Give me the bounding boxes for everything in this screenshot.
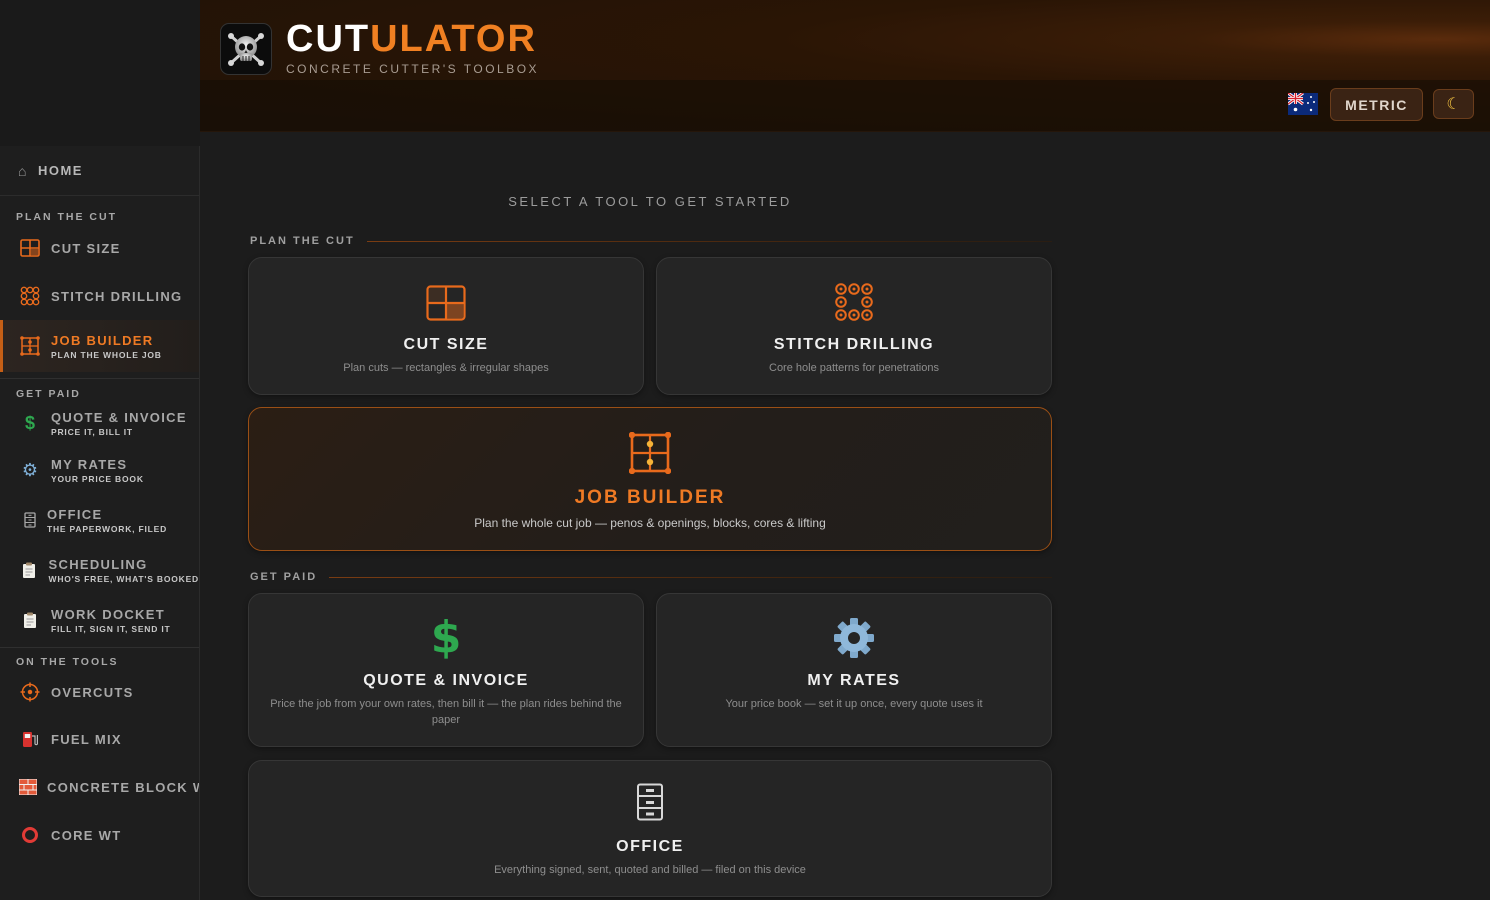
sidebar-item-my-rates[interactable]: ⚙ MY RATES YOUR PRICE BOOK xyxy=(0,445,199,495)
file-cabinet-icon xyxy=(249,783,1051,821)
clipboard-icon xyxy=(19,609,41,631)
gear-icon: ⚙ xyxy=(21,459,39,480)
tool-card-description: Core hole patterns for penetrations xyxy=(769,362,939,374)
sidebar-item-cut-size[interactable]: CUT SIZE xyxy=(0,224,199,272)
sidebar-section-get-paid: GET PAID xyxy=(16,388,81,400)
sidebar-item-office[interactable]: OFFICE THE PAPERWORK, FILED xyxy=(0,495,199,545)
tool-card-title: JOB BUILDER xyxy=(574,487,726,508)
fuel-pump-icon xyxy=(19,728,41,750)
sidebar-item-label: JOB BUILDER xyxy=(51,332,154,348)
tool-card-description: Price the job from your own rates, then … xyxy=(270,698,622,726)
sidebar-item-label: FUEL MIX xyxy=(51,731,122,747)
sidebar-item-label: OFFICE xyxy=(47,506,103,522)
crosshair-icon xyxy=(19,681,41,703)
skull-logo-icon[interactable] xyxy=(220,23,272,75)
units-toggle-button[interactable]: METRIC xyxy=(1330,88,1423,121)
group-divider-line xyxy=(329,576,1052,578)
sidebar-item-label: CORE WT xyxy=(51,827,122,843)
sidebar-item-quote-invoice[interactable]: $ QUOTE & INVOICE PRICE IT, BILL IT xyxy=(0,401,199,445)
sidebar-item-label: QUOTE & INVOICE xyxy=(51,409,187,425)
sidebar-item-label: CUT SIZE xyxy=(51,240,121,256)
cut-grid-icon xyxy=(19,237,41,259)
group-header-plan-the-cut: PLAN THE CUT xyxy=(250,234,1052,248)
job-builder-icon xyxy=(19,335,41,357)
sidebar-item-stitch-drilling[interactable]: STITCH DRILLING xyxy=(0,272,199,320)
sidebar-item-sublabel: FILL IT, SIGN IT, SEND IT xyxy=(51,623,171,634)
stitch-drill-icon xyxy=(657,283,1051,321)
ring-icon xyxy=(19,824,41,846)
sidebar-item-core-wt[interactable]: CORE WT xyxy=(0,811,199,859)
moon-icon: ☾ xyxy=(1446,96,1461,113)
app-title: CUTULATOR xyxy=(286,18,537,60)
sidebar-item-label: CONCRETE BLOCK W xyxy=(47,779,200,795)
group-label: GET PAID xyxy=(250,571,318,583)
sidebar-section-plan-the-cut: PLAN THE CUT xyxy=(16,211,117,223)
tool-card-description: Plan the whole cut job — penos & opening… xyxy=(474,516,826,530)
sidebar-item-label: STITCH DRILLING xyxy=(51,288,183,304)
sidebar-item-fuel-mix[interactable]: FUEL MIX xyxy=(0,715,199,763)
main-content: SELECT A TOOL TO GET STARTED PLAN THE CU… xyxy=(200,132,1490,900)
sidebar-item-work-docket[interactable]: WORK DOCKET FILL IT, SIGN IT, SEND IT xyxy=(0,595,199,645)
job-builder-icon xyxy=(249,432,1051,474)
app-header: CUTULATOR CONCRETE CUTTER'S TOOLBOX METR… xyxy=(200,0,1490,132)
cut-grid-icon xyxy=(249,285,643,321)
tool-card-office[interactable]: OFFICE Everything signed, sent, quoted a… xyxy=(248,760,1052,897)
australia-flag-icon[interactable] xyxy=(1287,91,1318,115)
file-cabinet-icon xyxy=(19,509,41,531)
sidebar-item-sublabel: PRICE IT, BILL IT xyxy=(51,426,133,437)
stitch-drill-icon xyxy=(19,285,41,307)
tool-card-cut-size[interactable]: CUT SIZE Plan cuts — rectangles & irregu… xyxy=(248,257,644,395)
sidebar-item-label: OVERCUTS xyxy=(51,684,134,700)
group-label: PLAN THE CUT xyxy=(250,235,355,247)
tool-card-title: QUOTE & INVOICE xyxy=(363,672,529,689)
sidebar-divider xyxy=(0,647,199,648)
sidebar-item-label: WORK DOCKET xyxy=(51,606,165,622)
sidebar-nav: ⌂ HOME PLAN THE CUT CUT SIZE STITCH DRIL… xyxy=(0,146,200,900)
tool-card-description: Plan cuts — rectangles & irregular shape… xyxy=(343,362,549,374)
tool-card-title: STITCH DRILLING xyxy=(773,336,935,353)
sidebar-item-sublabel: WHO'S FREE, WHAT'S BOOKED xyxy=(48,573,199,584)
tool-card-title: CUT SIZE xyxy=(403,336,489,353)
theme-toggle-button[interactable]: ☾ xyxy=(1433,89,1474,119)
tool-card-description: Your price book — set it up once, every … xyxy=(725,698,983,710)
sidebar-header-area xyxy=(0,0,200,146)
sidebar-divider xyxy=(0,378,199,379)
sidebar-item-job-builder[interactable]: JOB BUILDER PLAN THE WHOLE JOB xyxy=(0,320,199,372)
home-icon: ⌂ xyxy=(18,162,28,179)
app-title-cut: CUT xyxy=(286,18,371,60)
select-tool-prompt: SELECT A TOOL TO GET STARTED xyxy=(508,194,792,209)
sidebar-item-home[interactable]: ⌂ HOME xyxy=(0,146,199,196)
sidebar-item-sublabel: YOUR PRICE BOOK xyxy=(51,473,144,484)
group-header-get-paid: GET PAID xyxy=(250,570,1052,584)
sidebar-item-label: SCHEDULING xyxy=(48,556,148,572)
tool-card-my-rates[interactable]: MY RATES Your price book — set it up onc… xyxy=(656,593,1052,747)
sidebar-section-on-the-tools: ON THE TOOLS xyxy=(16,656,119,668)
sidebar-item-sublabel: PLAN THE WHOLE JOB xyxy=(51,349,162,360)
tool-card-title: MY RATES xyxy=(807,672,901,689)
sidebar-item-sublabel: THE PAPERWORK, FILED xyxy=(47,523,168,534)
brick-icon xyxy=(19,776,37,798)
sidebar-item-overcuts[interactable]: OVERCUTS xyxy=(0,669,199,715)
sidebar-item-concrete-block[interactable]: CONCRETE BLOCK W xyxy=(0,763,199,811)
gear-icon xyxy=(657,616,1051,660)
tool-card-stitch-drilling[interactable]: STITCH DRILLING Core hole patterns for p… xyxy=(656,257,1052,395)
tool-card-job-builder[interactable]: JOB BUILDER Plan the whole cut job — pen… xyxy=(248,407,1052,551)
group-divider-line xyxy=(366,240,1052,242)
dollar-icon: $ xyxy=(430,612,462,663)
sidebar-item-label: MY RATES xyxy=(51,456,128,472)
app-subtitle: CONCRETE CUTTER'S TOOLBOX xyxy=(286,62,540,76)
tool-card-title: OFFICE xyxy=(616,838,684,855)
sidebar-item-label: HOME xyxy=(37,163,83,178)
sidebar-item-scheduling[interactable]: SCHEDULING WHO'S FREE, WHAT'S BOOKED xyxy=(0,545,199,595)
tool-card-quote-invoice[interactable]: $ QUOTE & INVOICE Price the job from you… xyxy=(248,593,644,747)
app-title-ulator: ULATOR xyxy=(370,18,537,60)
dollar-icon: $ xyxy=(24,412,35,433)
tool-card-description: Everything signed, sent, quoted and bill… xyxy=(494,864,806,876)
clipboard-icon xyxy=(19,559,39,581)
